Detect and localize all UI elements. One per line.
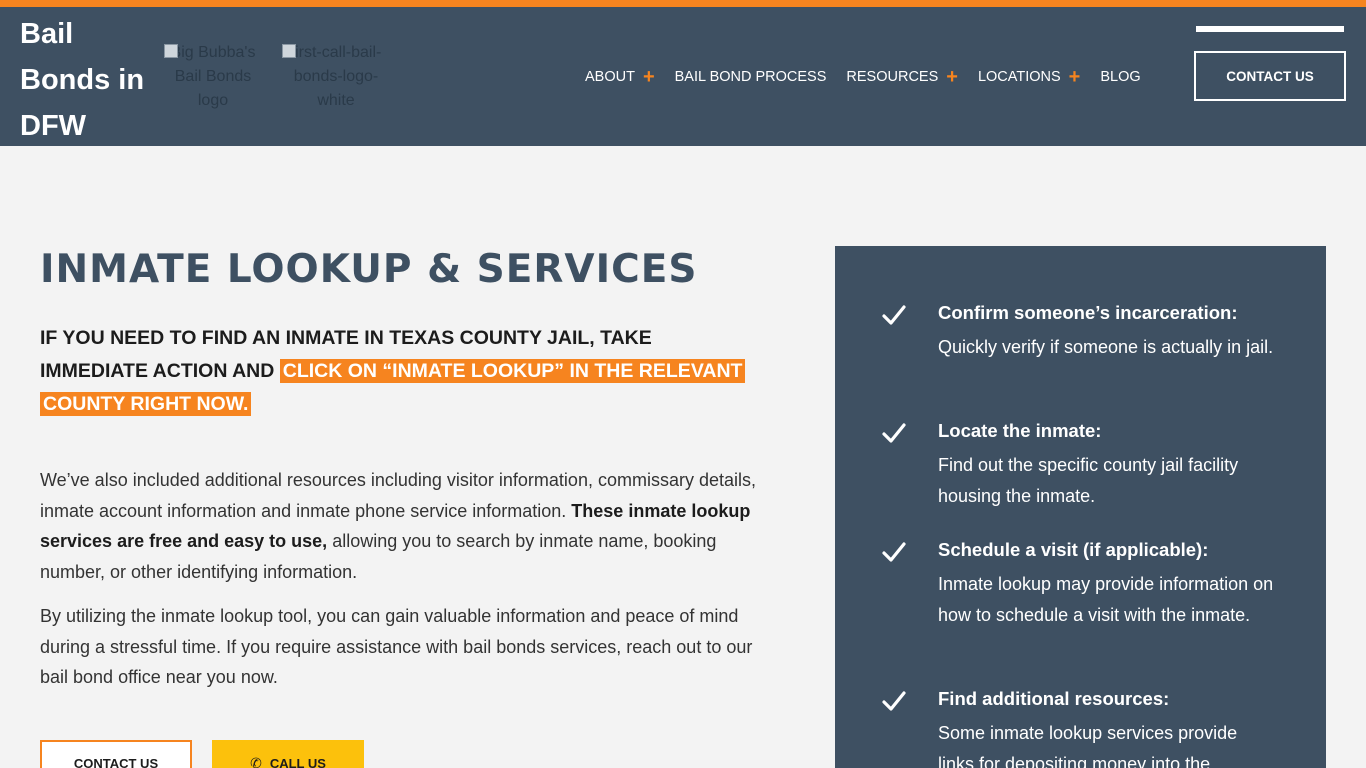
page-title: INMATE LOOKUP & SERVICES	[40, 247, 698, 292]
broken-image-icon	[282, 44, 296, 58]
feature-description: Find out the specific county jail facili…	[938, 455, 1239, 506]
plus-icon[interactable]: +	[1069, 67, 1081, 87]
feature-description: Inmate lookup may provide information on…	[938, 574, 1274, 625]
nav-label: LOCATIONS	[977, 69, 1061, 85]
feature-title: Confirm someone’s incarceration:	[938, 302, 1238, 323]
check-icon	[882, 542, 906, 562]
contact-us-button[interactable]: CONTACT US	[40, 740, 192, 768]
call-us-button[interactable]: ✆ CALL US	[212, 740, 364, 768]
nav-item-resources[interactable]: RESOURCES +	[846, 67, 958, 87]
main-navigation: ABOUT + BAIL BOND PROCESS RESOURCES + LO…	[585, 67, 1141, 87]
plus-icon[interactable]: +	[643, 67, 655, 87]
main-content: INMATE LOOKUP & SERVICES IF YOU NEED TO …	[40, 246, 770, 693]
feature-title: Find additional resources:	[938, 688, 1170, 709]
intro-paragraph: We’ve also included additional resources…	[40, 465, 765, 587]
phone-icon: ✆	[250, 754, 262, 768]
contact-us-label: CONTACT US	[73, 755, 159, 768]
nav-item-blog[interactable]: BLOG	[1100, 69, 1140, 85]
nav-label: RESOURCES	[846, 69, 939, 85]
secondary-paragraph: By utilizing the inmate lookup tool, you…	[40, 606, 753, 687]
site-header: Bail Bonds in DFW Big Bubba's Bail Bonds…	[0, 7, 1366, 146]
big-bubbas-logo-image[interactable]: Big Bubba's Bail Bonds logo	[164, 41, 262, 113]
broken-image-icon	[164, 44, 178, 58]
site-title-link[interactable]: Bail Bonds in DFW	[20, 11, 150, 149]
check-icon	[882, 423, 906, 443]
check-icon	[882, 305, 906, 325]
nav-item-about[interactable]: ABOUT +	[585, 67, 655, 87]
nav-label: ABOUT	[585, 69, 635, 85]
feature-description: Some inmate lookup services provide link…	[938, 723, 1238, 768]
feature-title: Locate the inmate:	[938, 420, 1102, 441]
feature-title: Schedule a visit (if applicable):	[938, 539, 1209, 560]
logo-alt-text: Big Bubba's Bail Bonds logo	[170, 44, 256, 109]
feature-description: Quickly verify if someone is actually in…	[938, 337, 1274, 357]
call-us-label: CALL US	[269, 755, 326, 768]
lead-text: IF YOU NEED TO FIND AN INMATE IN TEXAS C…	[40, 322, 760, 421]
nav-item-locations[interactable]: LOCATIONS +	[977, 67, 1081, 87]
plus-icon[interactable]: +	[946, 67, 958, 87]
top-accent-bar	[0, 0, 1366, 7]
nav-label: BLOG	[1100, 69, 1141, 85]
benefits-panel: Confirm someone’s incarceration: Quickly…	[835, 246, 1326, 768]
check-icon	[882, 691, 906, 711]
header-divider	[1196, 26, 1344, 32]
logo-alt-text: first-call-bail-bonds-logo-white	[290, 44, 382, 109]
header-contact-button[interactable]: CONTACT US	[1194, 51, 1346, 101]
nav-item-bail-bond-process[interactable]: BAIL BOND PROCESS	[675, 69, 827, 85]
nav-label: BAIL BOND PROCESS	[674, 69, 827, 85]
first-call-logo-image[interactable]: first-call-bail-bonds-logo-white	[282, 41, 390, 113]
